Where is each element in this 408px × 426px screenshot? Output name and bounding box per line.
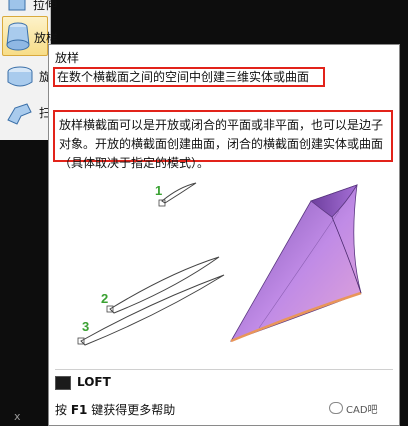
loft-icon — [6, 22, 30, 51]
ribbon-panel: 拉伸 放样 旋 扫 — [0, 0, 58, 140]
watermark-text: CAD吧 — [346, 405, 378, 416]
help-prefix: 按 — [55, 403, 71, 417]
wechat-icon — [329, 402, 343, 414]
section-label-1: 1 — [155, 183, 162, 198]
section-label-2: 2 — [101, 291, 108, 306]
watermark: CAD吧 — [329, 401, 378, 416]
command-line-icon — [55, 376, 71, 390]
help-key: F1 — [70, 403, 88, 417]
revolve-icon — [7, 66, 33, 87]
sweep-button[interactable]: 扫 — [3, 96, 51, 126]
loft-illustration: 1 2 3 — [77, 182, 362, 346]
loft-button[interactable]: 放样 — [2, 16, 58, 56]
command-name: LOFT — [77, 375, 111, 389]
cross-section-2 — [106, 256, 220, 314]
help-hint: 按 F1 键获得更多帮助 — [55, 401, 175, 418]
help-suffix: 键获得更多帮助 — [87, 403, 176, 417]
tooltip-short-description: 在数个横截面之间的空间中创建三维实体或曲面 — [53, 67, 325, 87]
extrude-label: 拉伸 — [33, 0, 58, 12]
extrude-icon — [8, 0, 26, 11]
tooltip-title: 放样 — [55, 51, 80, 65]
lofted-surface — [230, 184, 362, 343]
corner-mark: x — [14, 410, 21, 423]
revolve-button[interactable]: 旋 — [3, 60, 51, 90]
loft-tooltip: 放样 在数个横截面之间的空间中创建三维实体或曲面 放样横截面可以是开放或闭合的平… — [48, 44, 400, 426]
sweep-icon — [7, 103, 32, 125]
cross-section-1 — [158, 182, 197, 207]
section-label-3: 3 — [82, 319, 89, 334]
tooltip-separator — [55, 369, 393, 370]
tooltip-long-description: 放样横截面可以是开放或闭合的平面或非平面，也可以是边子对象。开放的横截面创建曲面… — [53, 110, 393, 170]
